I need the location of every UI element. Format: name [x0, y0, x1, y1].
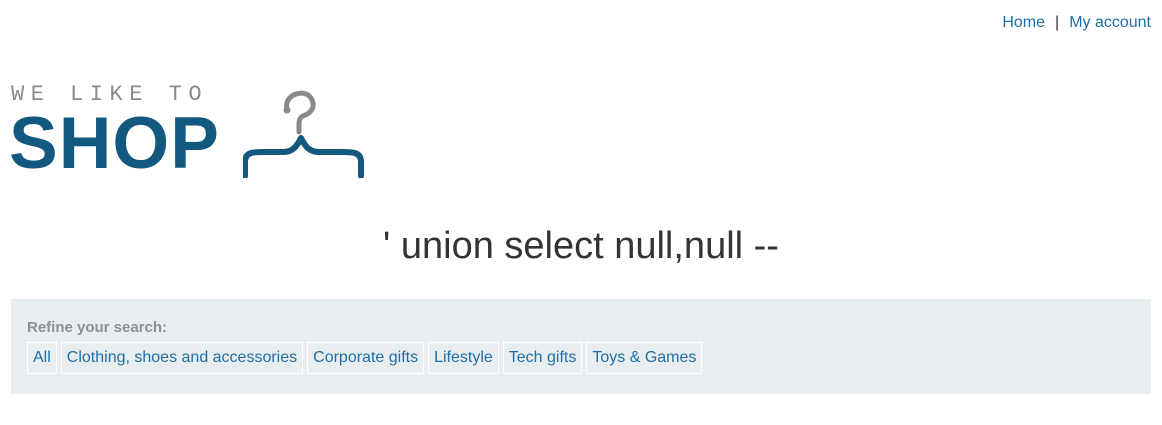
nav-home-link[interactable]: Home [1002, 14, 1045, 32]
filter-tag-lifestyle[interactable]: Lifestyle [428, 342, 499, 374]
nav-separator: | [1055, 14, 1060, 31]
logo-name: SHOP [9, 103, 220, 184]
filter-label: Refine your search: [27, 319, 168, 336]
filter-tag-clothing[interactable]: Clothing, shoes and accessories [60, 342, 304, 374]
filter-panel: Refine your search: All Clothing, shoes … [11, 299, 1151, 394]
filter-tag-all[interactable]: All [27, 342, 57, 374]
hanger-icon [243, 90, 364, 178]
search-results-title: ' union select null,null -- [383, 225, 779, 267]
filter-tag-tech-gifts[interactable]: Tech gifts [502, 342, 583, 374]
filter-tag-corporate-gifts[interactable]: Corporate gifts [307, 342, 425, 374]
top-nav: Home | My account [1002, 14, 1151, 32]
site-logo[interactable]: WE LIKE TO SHOP [9, 82, 371, 184]
filter-tag-toys-games[interactable]: Toys & Games [586, 342, 703, 374]
filter-tags: All Clothing, shoes and accessories Corp… [27, 342, 703, 374]
nav-my-account-link[interactable]: My account [1069, 14, 1151, 32]
